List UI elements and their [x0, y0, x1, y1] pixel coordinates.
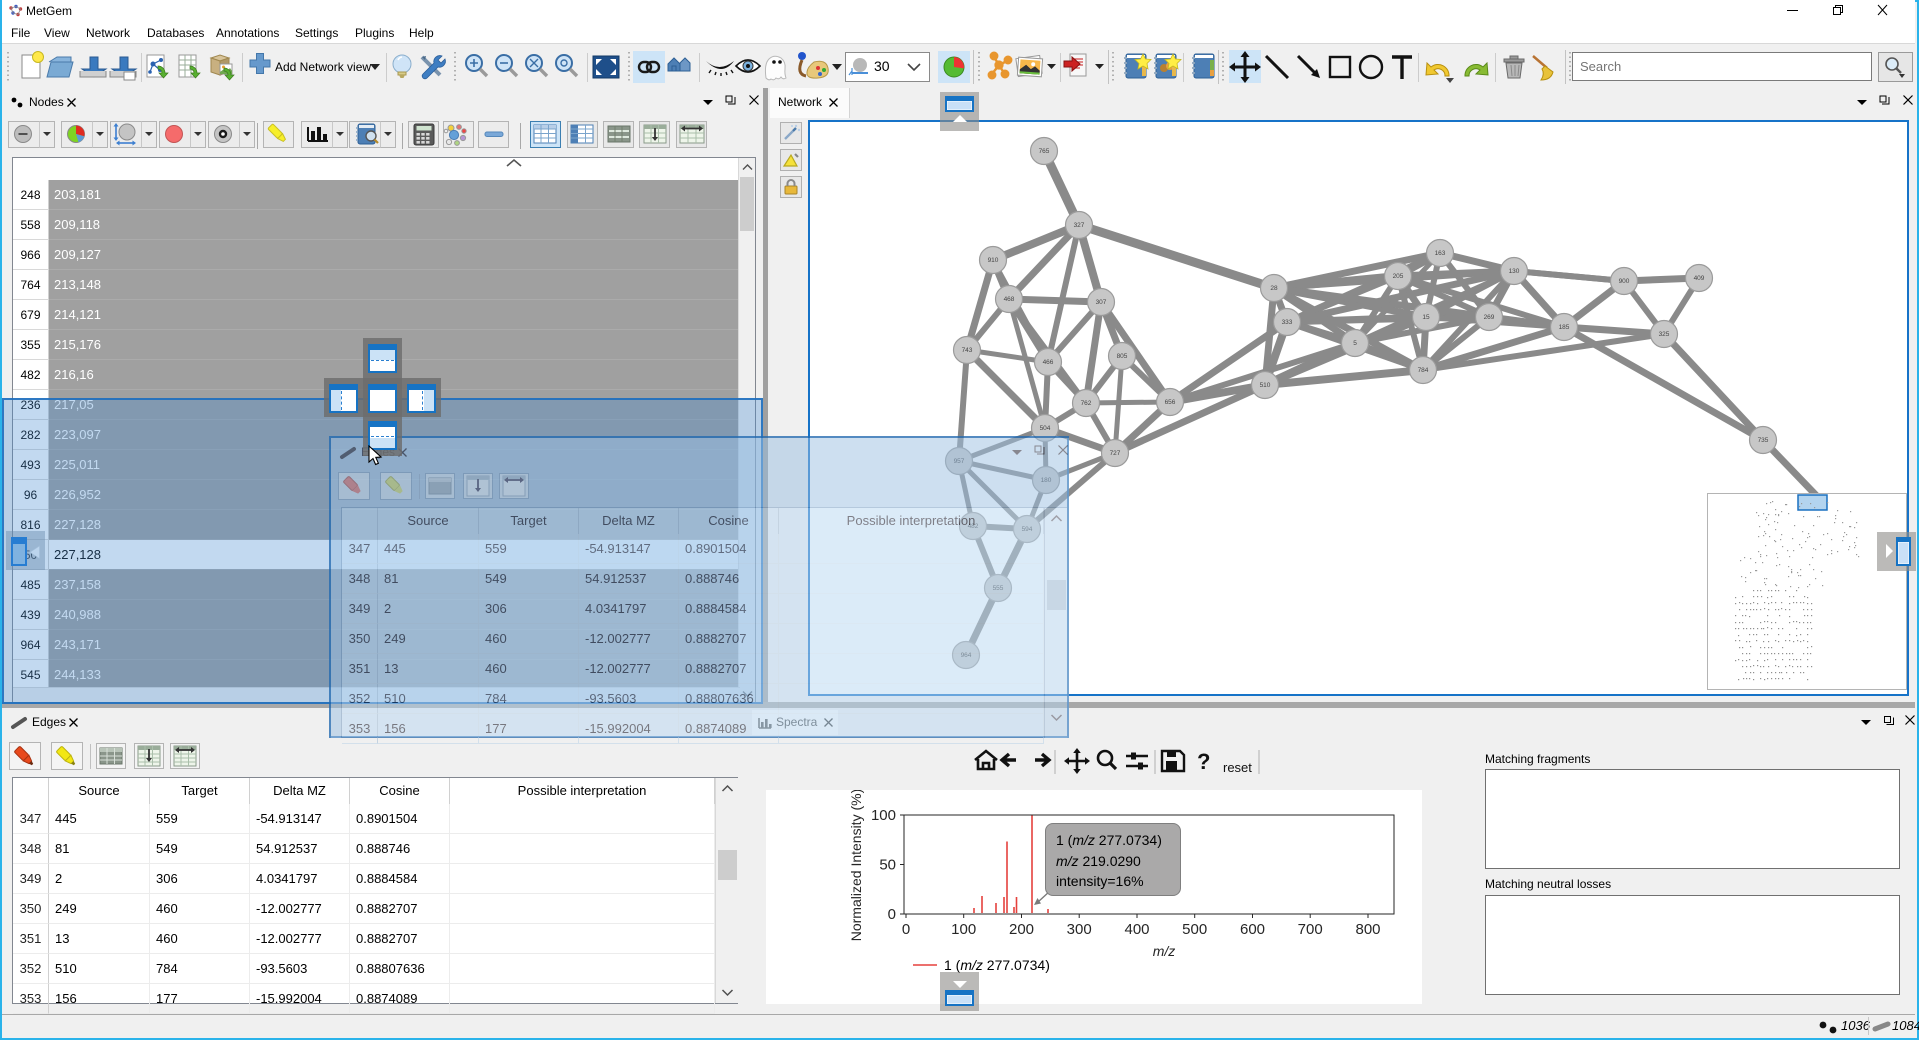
svg-text:325: 325	[1659, 331, 1670, 338]
svg-text:130: 130	[1509, 268, 1520, 275]
svg-text:15: 15	[1422, 314, 1430, 321]
svg-text:727: 727	[1110, 450, 1121, 457]
svg-text:?: ?	[1197, 749, 1210, 774]
svg-text:765: 765	[1039, 148, 1050, 155]
svg-text:269: 269	[1484, 314, 1495, 321]
svg-text:735: 735	[1758, 437, 1769, 444]
svg-text:100: 100	[951, 921, 976, 938]
svg-text:28: 28	[1270, 285, 1278, 292]
svg-text:500: 500	[1182, 921, 1207, 938]
svg-text:100: 100	[871, 807, 896, 824]
svg-text:743: 743	[962, 347, 973, 354]
svg-text:300: 300	[1067, 921, 1092, 938]
svg-text:466: 466	[1043, 359, 1054, 366]
svg-text:307: 307	[1096, 299, 1107, 306]
svg-text:327: 327	[1074, 222, 1085, 229]
svg-text:200: 200	[1009, 921, 1034, 938]
svg-text:900: 900	[1619, 278, 1630, 285]
svg-text:205: 205	[1393, 273, 1404, 280]
svg-text:762: 762	[1081, 400, 1092, 407]
svg-text:805: 805	[1117, 353, 1128, 360]
svg-text:m/z: m/z	[1153, 943, 1176, 959]
svg-text:0: 0	[902, 921, 910, 938]
svg-text:185: 185	[1559, 324, 1570, 331]
svg-text:504: 504	[1040, 425, 1051, 432]
svg-text:656: 656	[1165, 399, 1176, 406]
svg-text:910: 910	[988, 257, 999, 264]
svg-text:5: 5	[1353, 340, 1357, 347]
svg-text:50: 50	[879, 857, 896, 874]
svg-text:333: 333	[1282, 319, 1293, 326]
svg-text:163: 163	[1435, 250, 1446, 257]
svg-text:510: 510	[1260, 382, 1271, 389]
svg-text:400: 400	[1124, 921, 1149, 938]
svg-text:Normalized Intensity (%): Normalized Intensity (%)	[848, 790, 864, 941]
svg-text:784: 784	[1418, 367, 1429, 374]
svg-text:700: 700	[1298, 921, 1323, 938]
svg-text:800: 800	[1355, 921, 1380, 938]
svg-text:0: 0	[888, 906, 896, 923]
svg-text:468: 468	[1004, 296, 1015, 303]
svg-text:600: 600	[1240, 921, 1265, 938]
svg-text:409: 409	[1694, 275, 1705, 282]
